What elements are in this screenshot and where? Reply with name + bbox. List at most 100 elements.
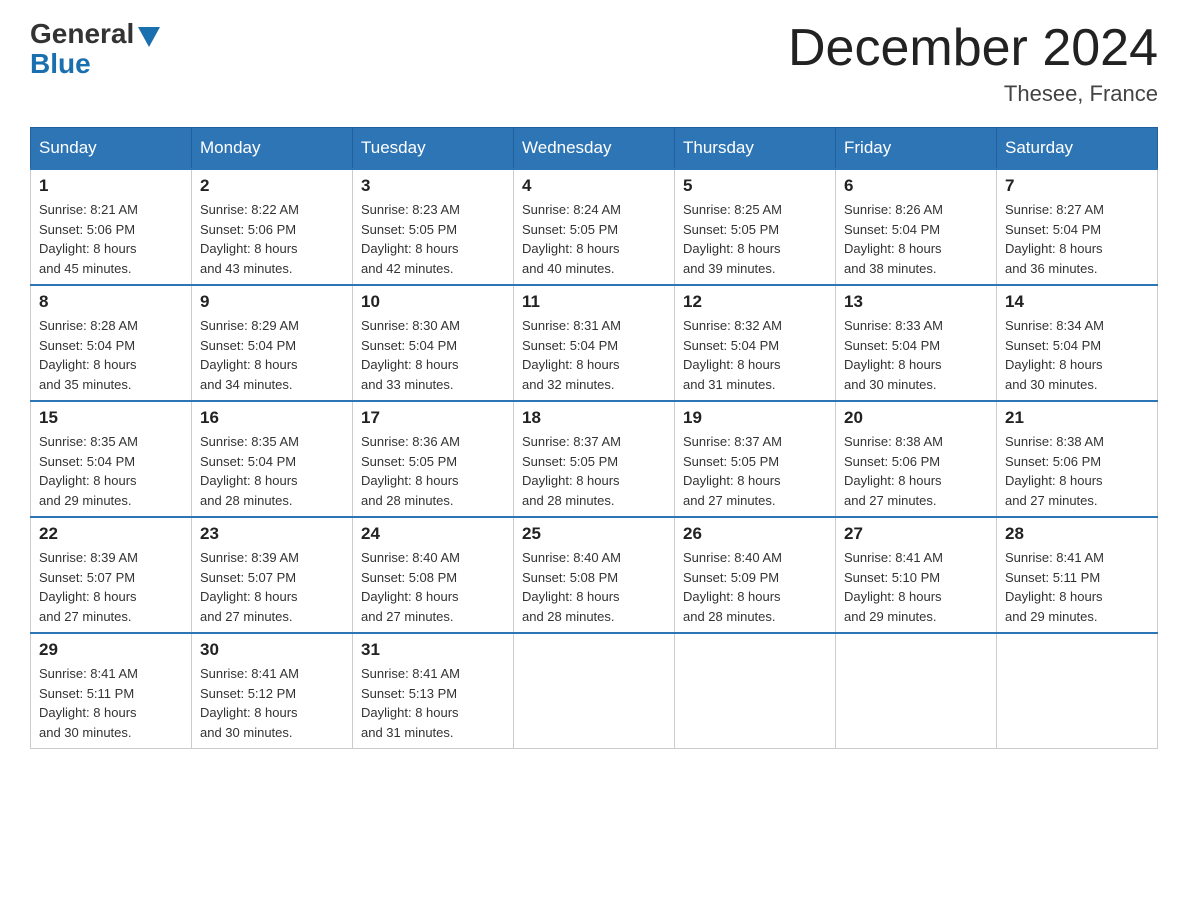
day-number: 4 bbox=[522, 176, 666, 196]
day-number: 25 bbox=[522, 524, 666, 544]
calendar-day-cell: 8Sunrise: 8:28 AMSunset: 5:04 PMDaylight… bbox=[31, 285, 192, 401]
calendar-day-cell: 17 Sunrise: 8:36 AMSunset: 5:05 PMDayligh… bbox=[353, 401, 514, 517]
calendar-day-cell bbox=[675, 633, 836, 749]
day-info: Sunrise: 8:40 AMSunset: 5:09 PMDaylight:… bbox=[683, 548, 827, 626]
day-info: Sunrise: 8:40 AMSunset: 5:08 PMDaylight:… bbox=[361, 548, 505, 626]
day-number: 28 bbox=[1005, 524, 1149, 544]
day-info: Sunrise: 8:28 AMSunset: 5:04 PMDaylight:… bbox=[39, 316, 183, 394]
day-number: 18 bbox=[522, 408, 666, 428]
calendar-day-cell: 2Sunrise: 8:22 AMSunset: 5:06 PMDaylight… bbox=[192, 169, 353, 285]
calendar-day-cell bbox=[997, 633, 1158, 749]
calendar-day-cell: 22Sunrise: 8:39 AMSunset: 5:07 PMDayligh… bbox=[31, 517, 192, 633]
day-number: 21 bbox=[1005, 408, 1149, 428]
day-info: Sunrise: 8:27 AMSunset: 5:04 PMDaylight:… bbox=[1005, 200, 1149, 278]
calendar-day-cell: 15 Sunrise: 8:35 AMSunset: 5:04 PMDayligh… bbox=[31, 401, 192, 517]
day-info: Sunrise: 8:33 AMSunset: 5:04 PMDaylight:… bbox=[844, 316, 988, 394]
day-info: Sunrise: 8:40 AMSunset: 5:08 PMDaylight:… bbox=[522, 548, 666, 626]
day-info: Sunrise: 8:21 AMSunset: 5:06 PMDaylight:… bbox=[39, 200, 183, 278]
day-number: 6 bbox=[844, 176, 988, 196]
calendar-day-cell: 7Sunrise: 8:27 AMSunset: 5:04 PMDaylight… bbox=[997, 169, 1158, 285]
calendar-day-cell bbox=[836, 633, 997, 749]
day-info: Sunrise: 8:29 AMSunset: 5:04 PMDaylight:… bbox=[200, 316, 344, 394]
calendar-day-cell bbox=[514, 633, 675, 749]
calendar-week-row: 29 Sunrise: 8:41 AMSunset: 5:11 PMDayligh… bbox=[31, 633, 1158, 749]
calendar-day-cell: 9 Sunrise: 8:29 AMSunset: 5:04 PMDaylight… bbox=[192, 285, 353, 401]
weekday-header-monday: Monday bbox=[192, 128, 353, 170]
month-title: December 2024 bbox=[788, 20, 1158, 77]
day-number: 30 bbox=[200, 640, 344, 660]
calendar-header: SundayMondayTuesdayWednesdayThursdayFrid… bbox=[31, 128, 1158, 170]
calendar-day-cell: 24Sunrise: 8:40 AMSunset: 5:08 PMDayligh… bbox=[353, 517, 514, 633]
day-info: Sunrise: 8:24 AMSunset: 5:05 PMDaylight:… bbox=[522, 200, 666, 278]
calendar-day-cell: 28Sunrise: 8:41 AMSunset: 5:11 PMDayligh… bbox=[997, 517, 1158, 633]
day-number: 20 bbox=[844, 408, 988, 428]
location: Thesee, France bbox=[788, 81, 1158, 107]
calendar-day-cell: 13 Sunrise: 8:33 AMSunset: 5:04 PMDayligh… bbox=[836, 285, 997, 401]
logo-general-text: General bbox=[30, 20, 134, 48]
day-info: Sunrise: 8:37 AMSunset: 5:05 PMDaylight:… bbox=[683, 432, 827, 510]
day-info: Sunrise: 8:31 AMSunset: 5:04 PMDaylight:… bbox=[522, 316, 666, 394]
calendar-week-row: 8Sunrise: 8:28 AMSunset: 5:04 PMDaylight… bbox=[31, 285, 1158, 401]
day-info: Sunrise: 8:35 AMSunset: 5:04 PMDaylight:… bbox=[200, 432, 344, 510]
calendar-day-cell: 19Sunrise: 8:37 AMSunset: 5:05 PMDayligh… bbox=[675, 401, 836, 517]
day-number: 15 bbox=[39, 408, 183, 428]
day-number: 13 bbox=[844, 292, 988, 312]
calendar-day-cell: 26 Sunrise: 8:40 AMSunset: 5:09 PMDayligh… bbox=[675, 517, 836, 633]
day-number: 5 bbox=[683, 176, 827, 196]
day-info: Sunrise: 8:36 AMSunset: 5:05 PMDaylight:… bbox=[361, 432, 505, 510]
calendar-day-cell: 18 Sunrise: 8:37 AMSunset: 5:05 PMDayligh… bbox=[514, 401, 675, 517]
day-number: 10 bbox=[361, 292, 505, 312]
calendar-day-cell: 6 Sunrise: 8:26 AMSunset: 5:04 PMDaylight… bbox=[836, 169, 997, 285]
day-number: 23 bbox=[200, 524, 344, 544]
day-number: 31 bbox=[361, 640, 505, 660]
day-info: Sunrise: 8:25 AMSunset: 5:05 PMDaylight:… bbox=[683, 200, 827, 278]
day-number: 26 bbox=[683, 524, 827, 544]
day-number: 11 bbox=[522, 292, 666, 312]
weekday-header-tuesday: Tuesday bbox=[353, 128, 514, 170]
weekday-header-friday: Friday bbox=[836, 128, 997, 170]
calendar-table: SundayMondayTuesdayWednesdayThursdayFrid… bbox=[30, 127, 1158, 749]
calendar-day-cell: 4 Sunrise: 8:24 AMSunset: 5:05 PMDaylight… bbox=[514, 169, 675, 285]
calendar-day-cell: 14 Sunrise: 8:34 AMSunset: 5:04 PMDayligh… bbox=[997, 285, 1158, 401]
calendar-day-cell: 10Sunrise: 8:30 AMSunset: 5:04 PMDayligh… bbox=[353, 285, 514, 401]
calendar-day-cell: 11 Sunrise: 8:31 AMSunset: 5:04 PMDayligh… bbox=[514, 285, 675, 401]
calendar-week-row: 1Sunrise: 8:21 AMSunset: 5:06 PMDaylight… bbox=[31, 169, 1158, 285]
day-info: Sunrise: 8:37 AMSunset: 5:05 PMDaylight:… bbox=[522, 432, 666, 510]
calendar-day-cell: 20Sunrise: 8:38 AMSunset: 5:06 PMDayligh… bbox=[836, 401, 997, 517]
day-number: 9 bbox=[200, 292, 344, 312]
calendar-day-cell: 1Sunrise: 8:21 AMSunset: 5:06 PMDaylight… bbox=[31, 169, 192, 285]
day-number: 27 bbox=[844, 524, 988, 544]
weekday-header-saturday: Saturday bbox=[997, 128, 1158, 170]
calendar-body: 1Sunrise: 8:21 AMSunset: 5:06 PMDaylight… bbox=[31, 169, 1158, 749]
day-number: 17 bbox=[361, 408, 505, 428]
calendar-day-cell: 16 Sunrise: 8:35 AMSunset: 5:04 PMDayligh… bbox=[192, 401, 353, 517]
day-info: Sunrise: 8:26 AMSunset: 5:04 PMDaylight:… bbox=[844, 200, 988, 278]
day-info: Sunrise: 8:34 AMSunset: 5:04 PMDaylight:… bbox=[1005, 316, 1149, 394]
calendar-day-cell: 23 Sunrise: 8:39 AMSunset: 5:07 PMDayligh… bbox=[192, 517, 353, 633]
day-number: 12 bbox=[683, 292, 827, 312]
calendar-day-cell: 30 Sunrise: 8:41 AMSunset: 5:12 PMDayligh… bbox=[192, 633, 353, 749]
calendar-day-cell: 5 Sunrise: 8:25 AMSunset: 5:05 PMDaylight… bbox=[675, 169, 836, 285]
calendar-day-cell: 12 Sunrise: 8:32 AMSunset: 5:04 PMDayligh… bbox=[675, 285, 836, 401]
weekday-header-wednesday: Wednesday bbox=[514, 128, 675, 170]
weekday-header-thursday: Thursday bbox=[675, 128, 836, 170]
weekday-header-sunday: Sunday bbox=[31, 128, 192, 170]
calendar-week-row: 15 Sunrise: 8:35 AMSunset: 5:04 PMDayligh… bbox=[31, 401, 1158, 517]
day-number: 2 bbox=[200, 176, 344, 196]
day-number: 22 bbox=[39, 524, 183, 544]
day-number: 29 bbox=[39, 640, 183, 660]
logo-triangle-icon bbox=[138, 27, 160, 47]
day-info: Sunrise: 8:32 AMSunset: 5:04 PMDaylight:… bbox=[683, 316, 827, 394]
day-info: Sunrise: 8:41 AMSunset: 5:11 PMDaylight:… bbox=[39, 664, 183, 742]
calendar-day-cell: 21Sunrise: 8:38 AMSunset: 5:06 PMDayligh… bbox=[997, 401, 1158, 517]
calendar-day-cell: 25 Sunrise: 8:40 AMSunset: 5:08 PMDayligh… bbox=[514, 517, 675, 633]
logo-blue-text: Blue bbox=[30, 48, 91, 80]
calendar-day-cell: 3Sunrise: 8:23 AMSunset: 5:05 PMDaylight… bbox=[353, 169, 514, 285]
day-number: 16 bbox=[200, 408, 344, 428]
day-number: 14 bbox=[1005, 292, 1149, 312]
day-info: Sunrise: 8:41 AMSunset: 5:12 PMDaylight:… bbox=[200, 664, 344, 742]
day-info: Sunrise: 8:35 AMSunset: 5:04 PMDaylight:… bbox=[39, 432, 183, 510]
day-info: Sunrise: 8:39 AMSunset: 5:07 PMDaylight:… bbox=[200, 548, 344, 626]
day-info: Sunrise: 8:23 AMSunset: 5:05 PMDaylight:… bbox=[361, 200, 505, 278]
page-header: General Blue December 2024 Thesee, Franc… bbox=[30, 20, 1158, 107]
